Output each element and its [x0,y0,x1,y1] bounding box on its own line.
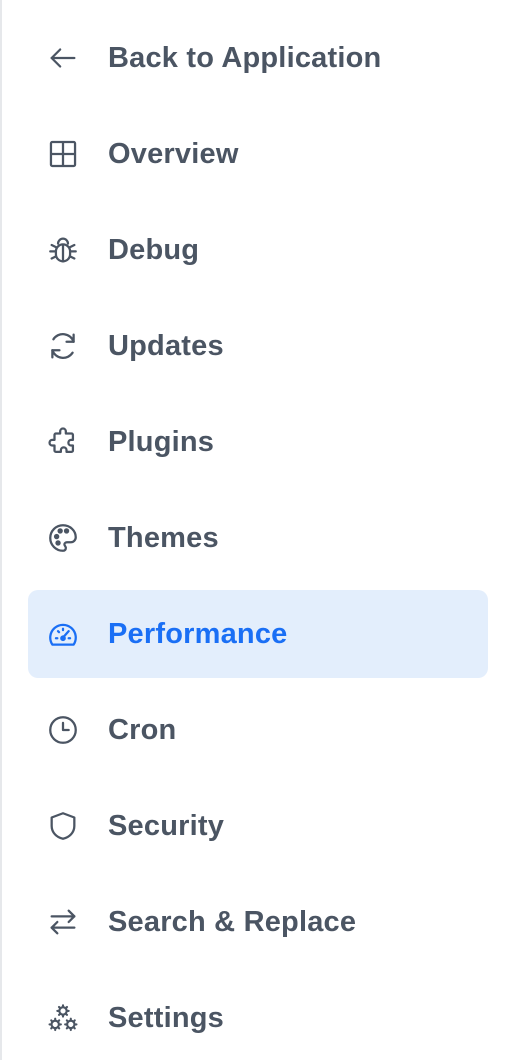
sidebar-item-search-replace[interactable]: Search & Replace [28,878,488,966]
sidebar-item-security[interactable]: Security [28,782,488,870]
arrows-swap-icon [46,905,80,939]
sidebar-item-label: Back to Application [108,41,382,74]
bug-icon [46,233,80,267]
sidebar-item-label: Security [108,809,225,842]
speedometer-icon [46,617,80,651]
puzzle-icon [46,425,80,459]
sidebar-item-label: Settings [108,1001,224,1034]
sidebar-item-label: Cron [108,713,177,746]
arrow-left-icon [46,41,80,75]
sidebar-item-label: Plugins [108,425,215,458]
sidebar-item-label: Themes [108,521,219,554]
sidebar-item-settings[interactable]: Settings [28,974,488,1060]
sidebar: Back to Application Overview Debug Updat… [0,0,506,1060]
sidebar-item-label: Search & Replace [108,905,357,938]
shield-icon [46,809,80,843]
palette-icon [46,521,80,555]
sidebar-item-overview[interactable]: Overview [28,110,488,198]
clock-icon [46,713,80,747]
refresh-icon [46,329,80,363]
grid-icon [46,137,80,171]
cogs-icon [46,1001,80,1035]
sidebar-item-label: Updates [108,329,224,362]
sidebar-item-label: Overview [108,137,239,170]
sidebar-item-cron[interactable]: Cron [28,686,488,774]
sidebar-item-updates[interactable]: Updates [28,302,488,390]
back-to-application-link[interactable]: Back to Application [28,14,488,102]
sidebar-item-label: Performance [108,617,288,650]
sidebar-item-plugins[interactable]: Plugins [28,398,488,486]
sidebar-item-debug[interactable]: Debug [28,206,488,294]
sidebar-item-label: Debug [108,233,200,266]
sidebar-item-performance[interactable]: Performance [28,590,488,678]
sidebar-item-themes[interactable]: Themes [28,494,488,582]
